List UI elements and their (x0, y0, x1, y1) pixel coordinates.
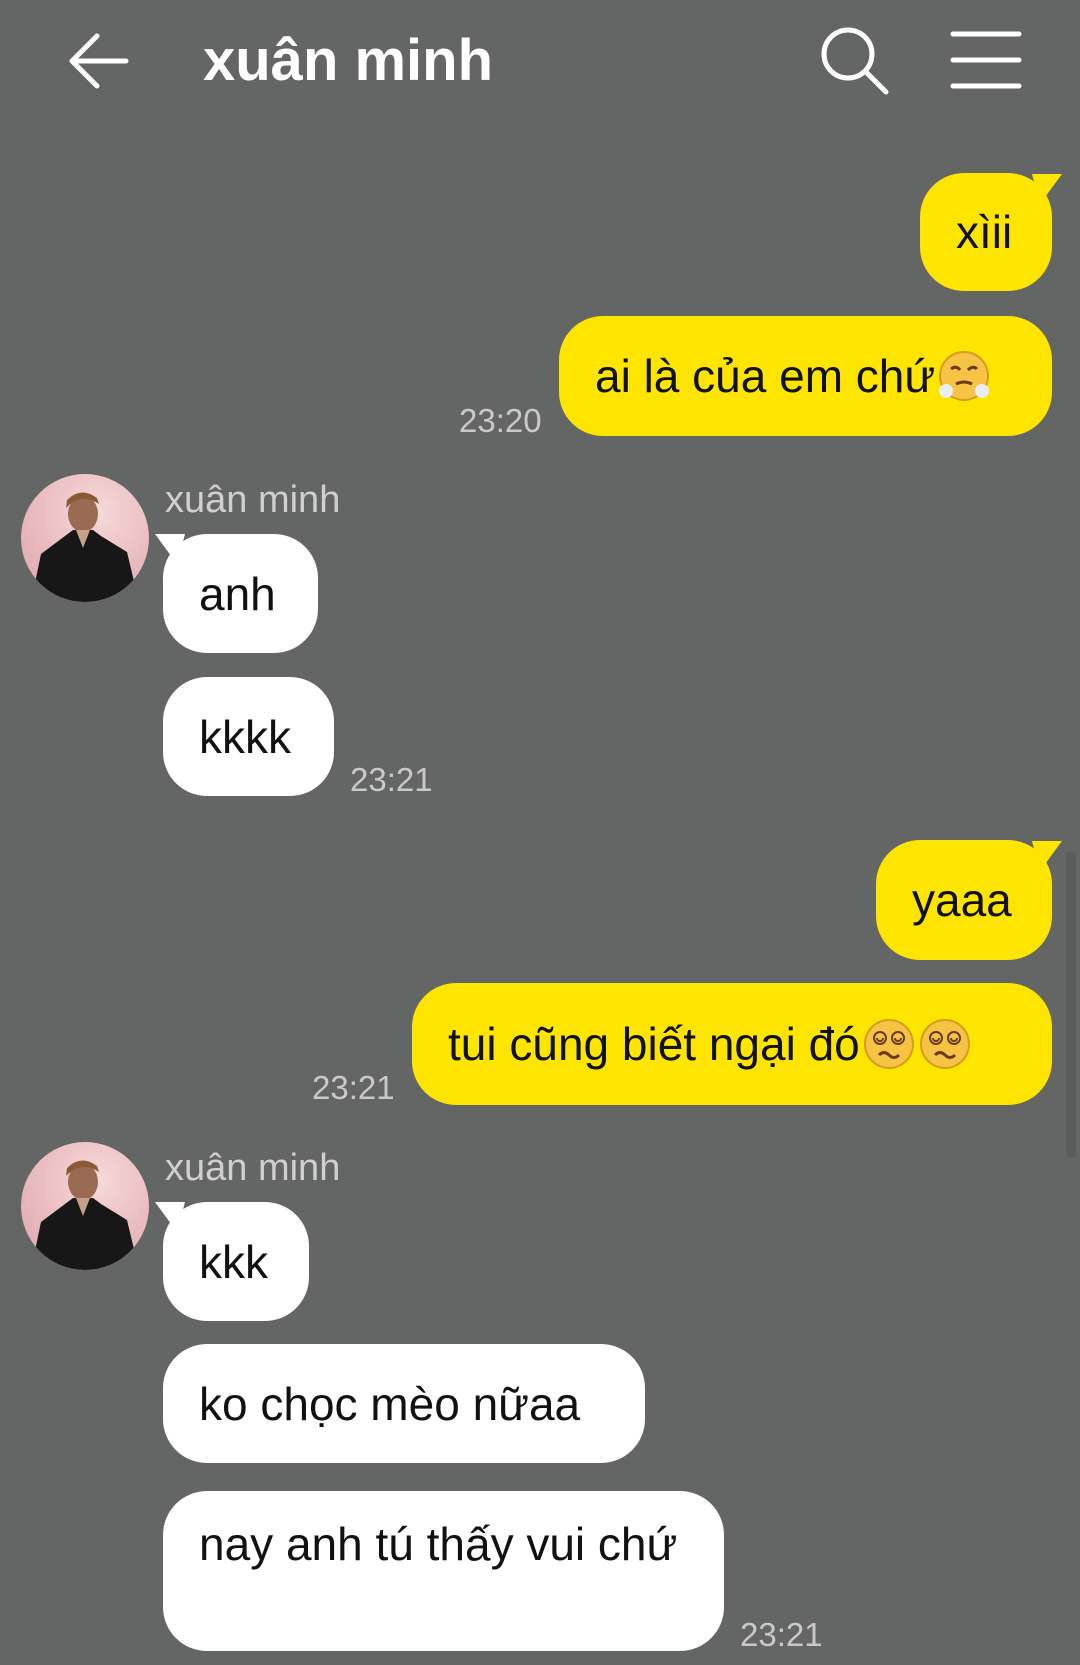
profile-photo (31, 492, 139, 602)
sender-name: xuân minh (165, 1147, 341, 1189)
chat-header: xuân minh (0, 0, 1080, 130)
bubble-tail (1032, 174, 1062, 204)
avatar[interactable] (21, 474, 149, 602)
message-text: xìii (956, 206, 1013, 258)
message-bubble-sent[interactable]: yaaa (876, 840, 1052, 960)
chat-title: xuân minh (203, 28, 494, 93)
message-timestamp: 23:21 (740, 1616, 823, 1653)
search-icon (821, 27, 889, 95)
message-timestamp: 23:21 (350, 761, 433, 798)
avatar[interactable] (21, 1142, 149, 1270)
message-timestamp: 23:20 (459, 402, 542, 439)
scrollbar[interactable] (1066, 852, 1076, 1158)
message-bubble-received[interactable]: ko chọc mèo nữaa (163, 1344, 645, 1463)
message-text: tui cũng biết ngại đó (448, 1018, 860, 1070)
message-text: nay anh tú thấy vui chứ (199, 1518, 678, 1570)
message-bubble-received[interactable]: kkkk (163, 677, 334, 796)
message-text: kkk (199, 1235, 268, 1288)
huffing-face-emoji (939, 351, 990, 401)
message-text: yaaa (912, 874, 1012, 926)
bubble-tail (1032, 841, 1062, 871)
message-bubble-received[interactable]: kkk (163, 1202, 309, 1321)
message-timestamp: 23:21 (312, 1069, 395, 1106)
menu-button[interactable] (950, 28, 1022, 92)
message-text: kkkk (199, 710, 291, 763)
search-button[interactable] (818, 24, 892, 98)
back-button[interactable] (64, 26, 134, 96)
hamburger-menu-icon (950, 31, 1022, 89)
sender-name: xuân minh (165, 479, 341, 521)
message-bubble-received[interactable]: nay anh tú thấy vui chứ (163, 1491, 724, 1651)
arrow-left-icon (69, 33, 129, 89)
dizzy-face-emoji (919, 1019, 970, 1069)
profile-photo (31, 1160, 139, 1270)
message-text: anh (199, 567, 276, 620)
message-text: ko chọc mèo nữaa (199, 1377, 581, 1430)
message-bubble-sent[interactable]: ai là của em chứ (559, 316, 1052, 436)
dizzy-face-emoji (863, 1019, 914, 1069)
message-bubble-received[interactable]: anh (163, 534, 318, 653)
message-bubble-sent[interactable]: tui cũng biết ngại đó (412, 983, 1052, 1105)
message-text: ai là của em chứ (595, 350, 936, 402)
